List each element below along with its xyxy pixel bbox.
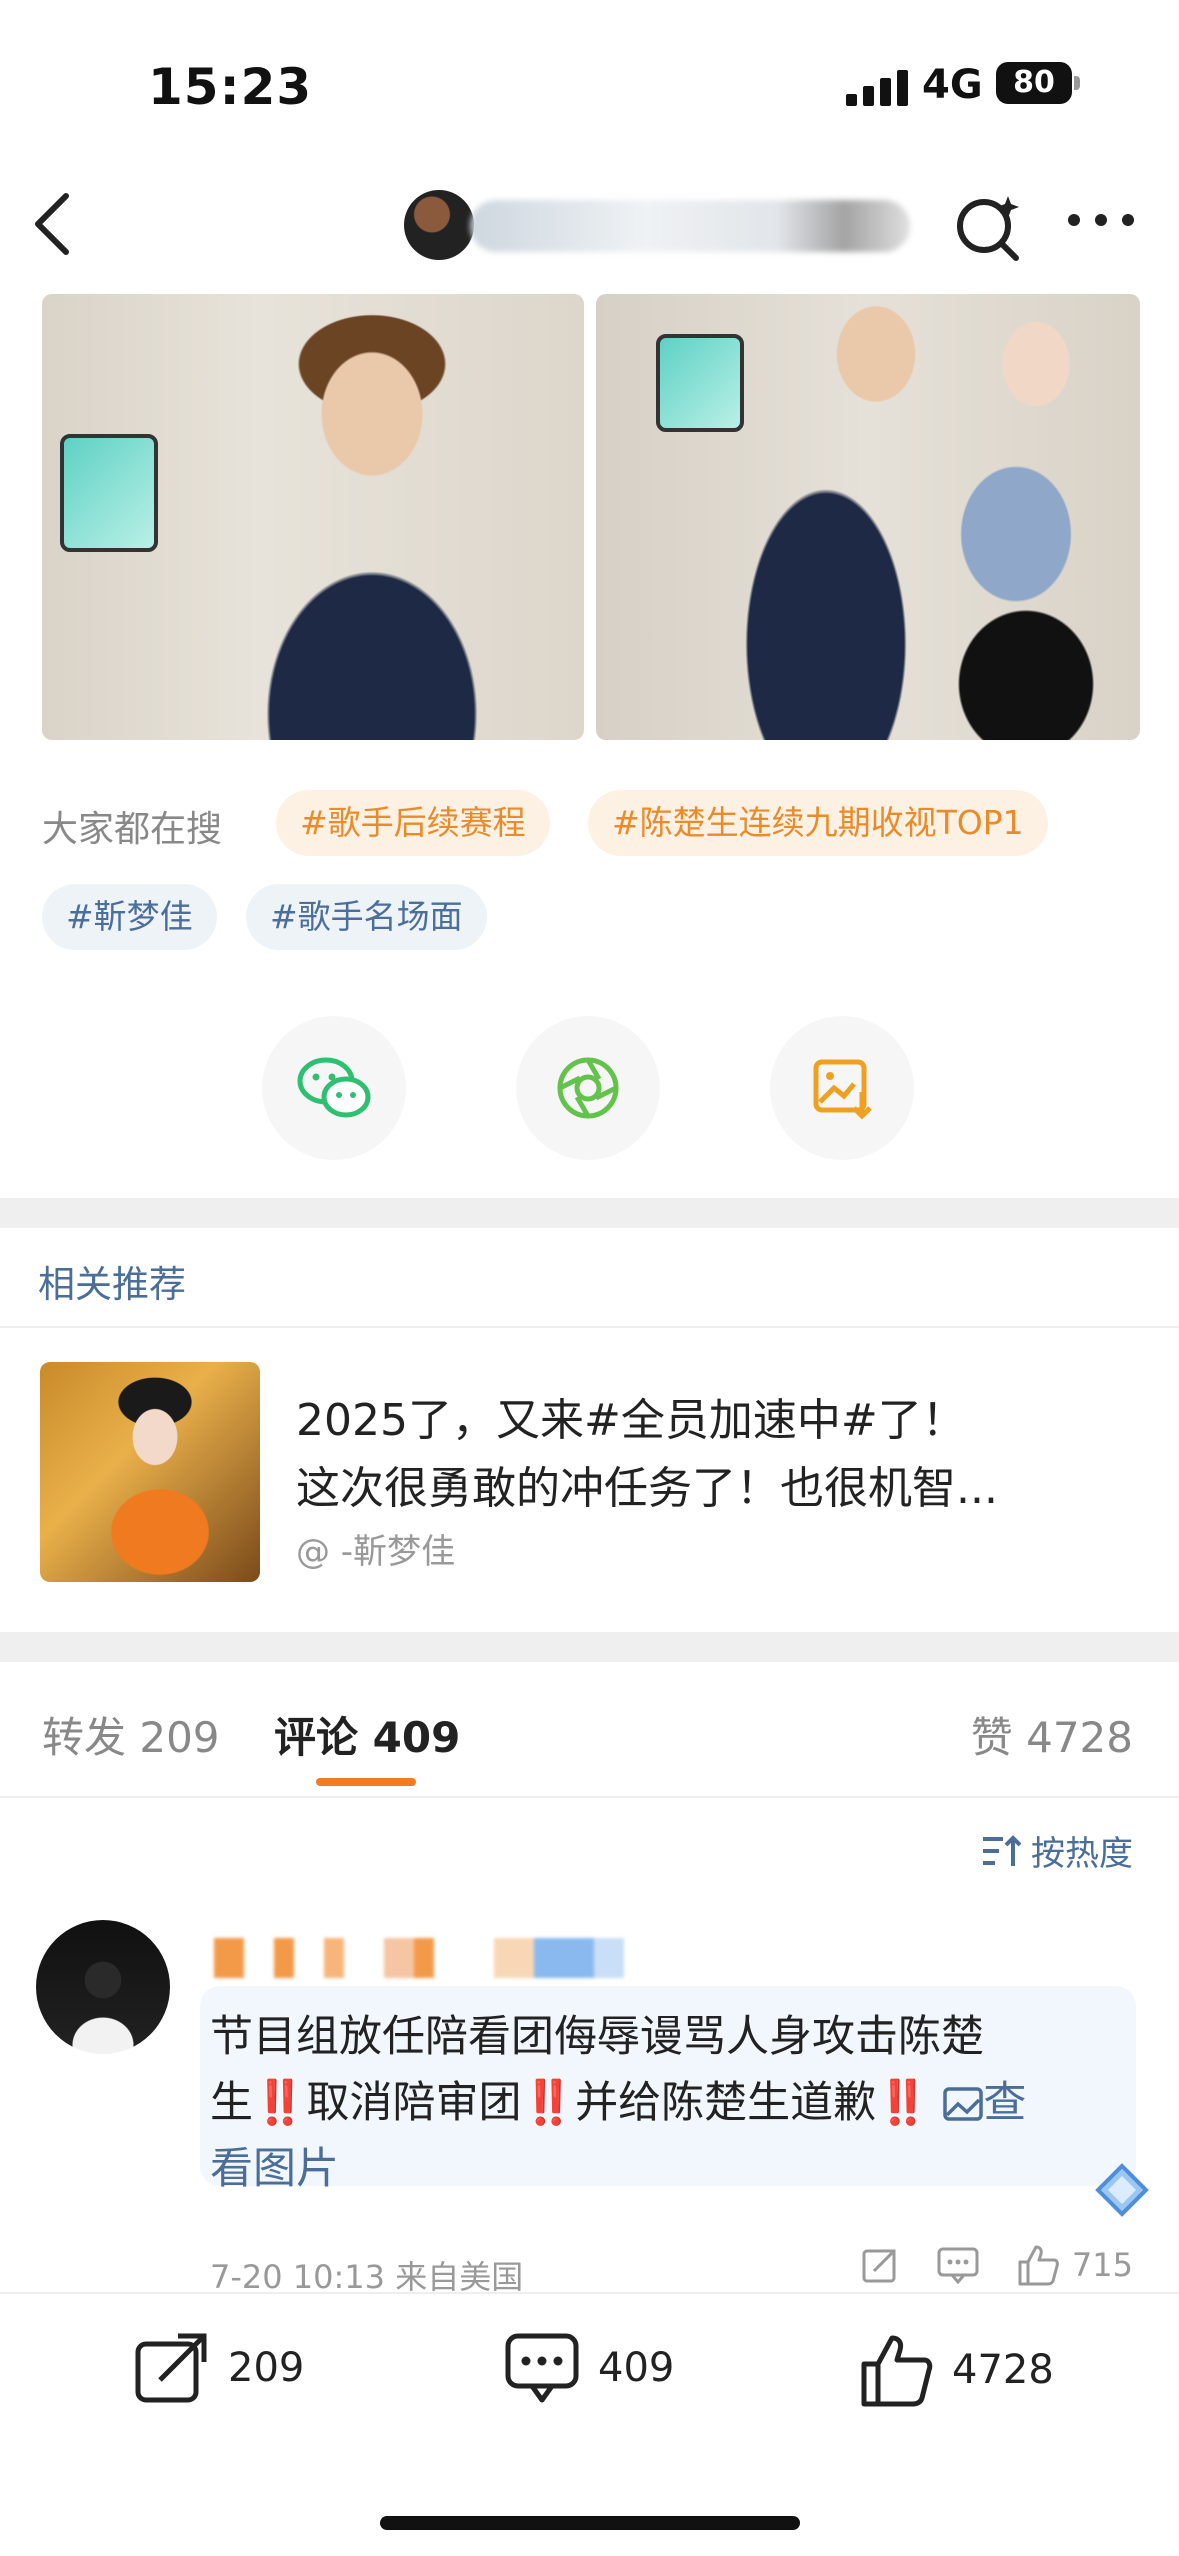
comment-text: 生‼️取消陪审团‼️并给陈楚生道歉‼️ 查 xyxy=(210,2068,1026,2130)
trending-tag[interactable]: #歌手名场面 xyxy=(246,884,487,950)
author-avatar[interactable] xyxy=(404,190,474,260)
save-image-icon xyxy=(813,1059,872,1120)
repost-icon xyxy=(135,2333,207,2403)
like-button[interactable]: 4728 xyxy=(858,2332,1054,2408)
commenter-avatar[interactable] xyxy=(36,1920,170,2054)
view-image-link-text[interactable]: 查 xyxy=(983,2078,1026,2128)
related-post-text[interactable]: 这次很勇敢的冲任务了！也很机智... xyxy=(296,1452,998,1516)
sort-label: 按热度 xyxy=(1031,1834,1133,1874)
comment-count: 409 xyxy=(598,2345,675,2391)
more-horizontal-icon[interactable] xyxy=(1066,212,1136,228)
comment-text: 取消陪审团 xyxy=(306,2078,522,2128)
image-icon xyxy=(943,2087,984,2121)
comment-like-button[interactable]: 715 xyxy=(1016,2244,1133,2286)
diamond-badge-icon xyxy=(1095,2163,1149,2217)
battery-tip xyxy=(1074,76,1080,90)
sort-icon xyxy=(983,1834,1021,1866)
author-name-blurred[interactable] xyxy=(470,200,910,252)
post-image-2[interactable] xyxy=(596,294,1140,740)
comment-like-count: 715 xyxy=(1071,2246,1133,2284)
chevron-left-icon[interactable] xyxy=(30,192,74,256)
comment-icon xyxy=(505,2333,579,2403)
section-divider xyxy=(0,1198,1179,1228)
comment-text: 节目组放任陪看团侮辱谩骂人身攻击陈楚 xyxy=(210,2012,984,2062)
wall-sticker xyxy=(656,334,744,432)
section-divider xyxy=(0,1632,1179,1662)
moments-icon xyxy=(557,1057,619,1119)
share-wechat-button[interactable] xyxy=(262,1016,406,1160)
view-image-link[interactable]: 查 xyxy=(943,2078,1026,2128)
home-indicator[interactable] xyxy=(380,2516,800,2530)
divider xyxy=(0,1796,1179,1798)
comment-text: 生 xyxy=(210,2078,253,2128)
search-sparkle-icon[interactable] xyxy=(954,192,1024,262)
commenter-name-blurred[interactable] xyxy=(214,1938,624,1978)
like-count: 4728 xyxy=(952,2347,1054,2393)
double-exclamation-emoji: ‼️ xyxy=(521,2078,576,2128)
repost-count: 209 xyxy=(228,2345,305,2391)
comment-button[interactable]: 409 xyxy=(504,2332,674,2404)
sort-by-popularity-button[interactable]: 按热度 xyxy=(981,1826,1133,1875)
thumbs-up-icon xyxy=(861,2335,933,2407)
trending-tag[interactable]: #靳梦佳 xyxy=(42,884,217,950)
tab-repost[interactable]: 转发 209 xyxy=(42,1704,220,1765)
comment-text: 并给陈楚生道歉 xyxy=(575,2078,877,2128)
view-image-link[interactable]: 看图片 xyxy=(210,2134,339,2196)
comment-actions: 715 xyxy=(860,2244,1133,2286)
share-moments-button[interactable] xyxy=(516,1016,660,1160)
repost-button[interactable]: 209 xyxy=(134,2332,304,2404)
related-section-title: 相关推荐 xyxy=(38,1263,186,1306)
trending-tag[interactable]: #歌手后续赛程 xyxy=(276,790,550,856)
comment-icon[interactable] xyxy=(936,2245,980,2285)
related-post-author[interactable]: @ -靳梦佳 xyxy=(296,1524,455,1573)
divider xyxy=(0,1326,1179,1328)
double-exclamation-emoji: ‼️ xyxy=(253,2078,307,2128)
signal-strength-icon xyxy=(846,70,908,106)
wechat-icon xyxy=(297,1057,371,1118)
wall-sticker xyxy=(60,434,158,552)
double-exclamation-emoji: ‼️ xyxy=(876,2078,930,2128)
network-type: 4G xyxy=(922,62,983,108)
trending-search-label: 大家都在搜 xyxy=(42,809,223,850)
tab-like[interactable]: 赞 4728 xyxy=(971,1704,1133,1765)
related-thumbnail[interactable] xyxy=(40,1362,260,1582)
status-time: 15:23 xyxy=(148,58,313,116)
active-tab-indicator xyxy=(316,1778,416,1786)
thumbs-up-icon xyxy=(1018,2245,1059,2286)
tab-comment[interactable]: 评论 409 xyxy=(274,1704,460,1765)
save-image-button[interactable] xyxy=(770,1016,914,1160)
related-post-text[interactable]: 2025了，又来#全员加速中#了！ xyxy=(296,1384,966,1448)
post-image-1[interactable] xyxy=(42,294,584,740)
repost-icon[interactable] xyxy=(860,2245,900,2285)
battery-indicator: 80 xyxy=(996,62,1072,104)
trending-tag[interactable]: #陈楚生连续九期收视TOP1 xyxy=(588,790,1048,856)
